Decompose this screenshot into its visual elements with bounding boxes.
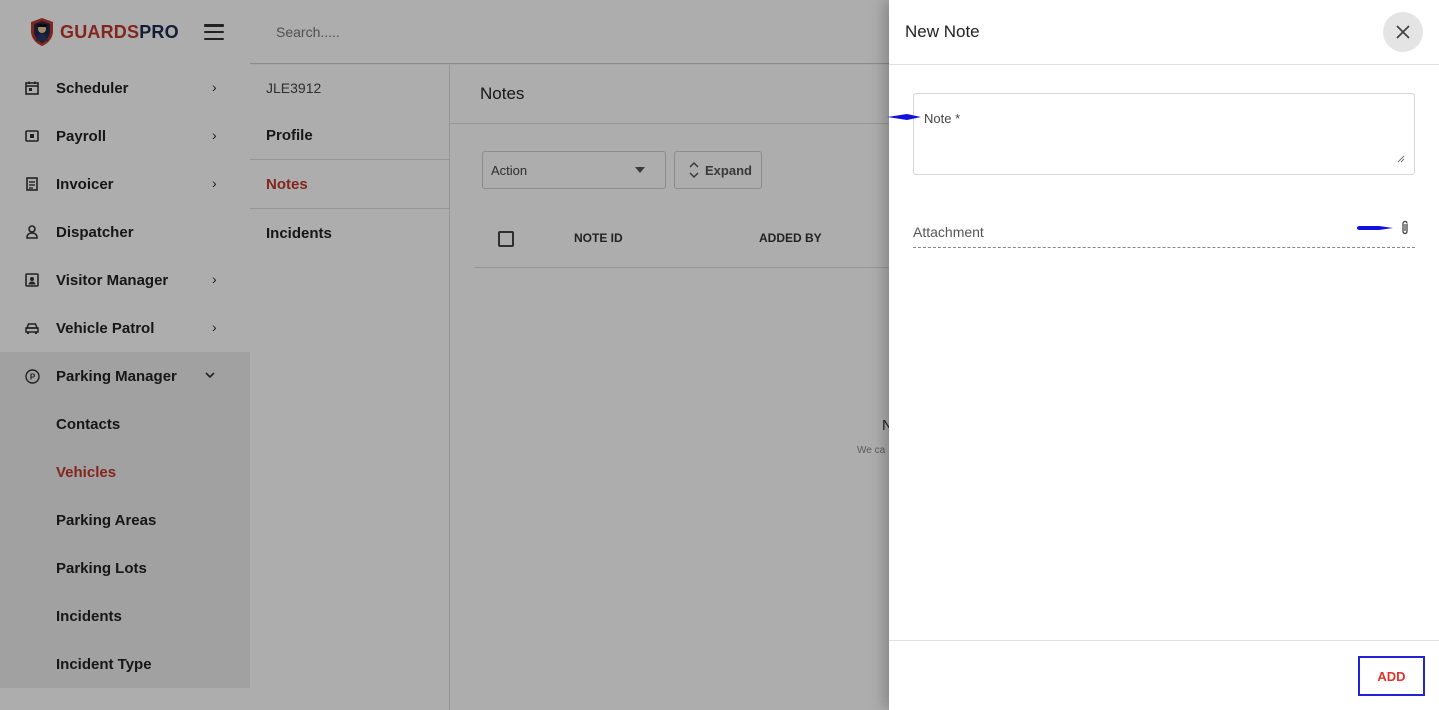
drawer-header: New Note [889, 0, 1439, 65]
paperclip-icon[interactable] [1399, 220, 1411, 236]
attachment-field[interactable]: Attachment [913, 214, 1415, 248]
drawer-title: New Note [905, 22, 980, 41]
note-label: Note * [924, 111, 961, 126]
add-button[interactable]: ADD [1358, 656, 1425, 696]
close-icon [1396, 25, 1410, 39]
annotation-arrow-icon [1357, 226, 1393, 230]
resize-grip-icon[interactable] [1397, 155, 1405, 163]
new-note-drawer: New Note Note * Attachment ADD [889, 0, 1439, 710]
drawer-footer: ADD [889, 640, 1439, 710]
note-textarea[interactable] [922, 130, 1406, 166]
close-button[interactable] [1383, 12, 1423, 52]
annotation-arrow-icon [887, 114, 921, 120]
note-field[interactable]: Note * [913, 93, 1415, 175]
attachment-label: Attachment [913, 224, 984, 240]
